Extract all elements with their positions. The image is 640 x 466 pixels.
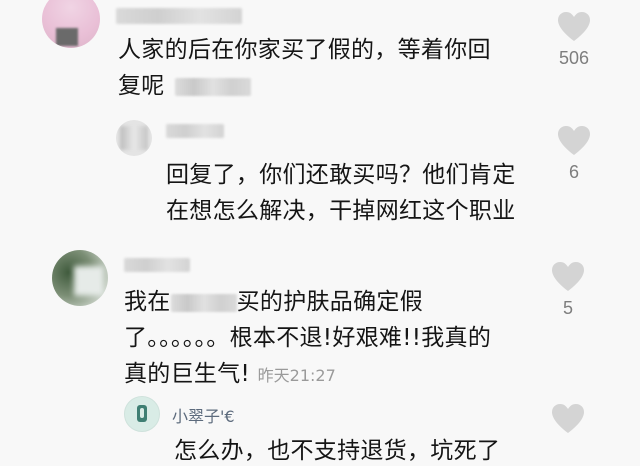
heart-icon	[552, 262, 584, 291]
comment-text-line: 人家的后在你家买了假的，等着你回	[118, 37, 491, 63]
brand-name-redacted	[170, 293, 237, 312]
comment-text-line: 回复了，你们还敢买吗？他们肯定	[166, 162, 516, 188]
like-button[interactable]	[538, 404, 598, 434]
comment-feed: 人家的后在你家买了假的，等着你回 复呢 506 回复了，你们还敢买吗？他们肯定 …	[0, 0, 640, 466]
like-button[interactable]: 5	[538, 262, 598, 319]
like-count: 506	[558, 48, 590, 68]
avatar[interactable]	[124, 396, 160, 432]
avatar[interactable]	[52, 250, 108, 306]
heart-icon	[552, 404, 584, 433]
comment-text-line: 买的护肤品确定假	[236, 289, 424, 315]
comment-text-line: 我在	[124, 289, 171, 315]
avatar[interactable]	[42, 0, 100, 48]
username-redacted[interactable]	[166, 124, 224, 138]
comment-text-line: 复呢	[118, 73, 165, 99]
comment-text-line: 怎么办，也不支持退货，坑死了	[174, 438, 501, 464]
comment-text-line: 在想怎么解决，干掉网红这个职业	[166, 198, 516, 224]
comment-text-line: 真的巨生气!	[124, 361, 251, 387]
comment-text: 回复了，你们还敢买吗？他们肯定 在想怎么解决，干掉网红这个职业	[166, 157, 516, 229]
comment-text-line: 了。。。。。。根本不退!好艰难!!我真的	[124, 325, 492, 351]
like-button[interactable]: 506	[544, 12, 604, 69]
timestamp-redacted	[174, 77, 251, 96]
username-redacted[interactable]	[116, 8, 242, 24]
like-button[interactable]: 6	[544, 126, 604, 183]
comment-text: 人家的后在你家买了假的，等着你回 复呢	[118, 32, 491, 104]
comment-text: 我在 买的护肤品确定假 了。。。。。。根本不退!好艰难!!我真的 真的巨生气! 昨…	[124, 284, 491, 394]
username-redacted[interactable]	[124, 258, 190, 272]
like-count: 6	[568, 162, 579, 182]
comment-text: 怎么办，也不支持退货，坑死了	[174, 433, 500, 466]
avatar[interactable]	[116, 120, 152, 156]
timestamp: 昨天21:27	[257, 366, 336, 385]
username[interactable]: 小翠子'€	[172, 403, 235, 427]
like-count: 5	[562, 298, 573, 318]
heart-icon	[558, 126, 590, 155]
avatar-logo-icon	[137, 405, 147, 422]
heart-icon	[558, 12, 590, 41]
